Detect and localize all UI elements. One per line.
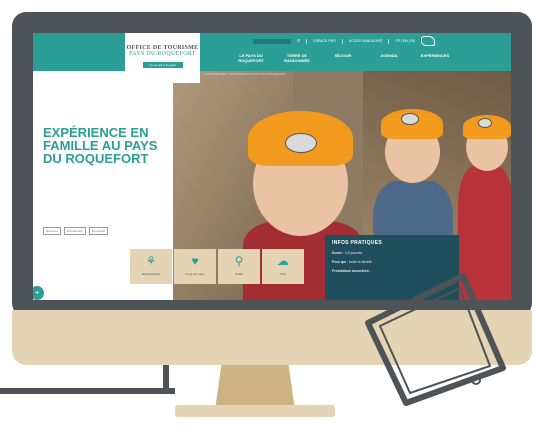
headlamp-icon — [401, 113, 419, 125]
family-icon: ⚘ — [145, 254, 157, 268]
tablet-outline-icon — [365, 273, 506, 406]
separator — [306, 38, 308, 44]
headlamp-icon — [478, 118, 492, 128]
separator — [388, 38, 390, 44]
tag-list: #journée #randonnée #roquefort — [43, 227, 109, 235]
feature-tribu[interactable]: ☁ Tribu — [262, 249, 304, 284]
feature-label: Coup de coeur — [185, 272, 205, 276]
map-icon[interactable] — [421, 36, 436, 46]
heart-icon: ♥ — [191, 254, 199, 268]
desk-line — [0, 388, 175, 394]
espace-pro-link[interactable]: ESPACE PRO — [313, 39, 336, 43]
site-header: ⌕ ESPACE PRO ACCÈS HANDICAPÉ FR | EN | E… — [33, 33, 511, 71]
nav-item-agenda[interactable]: AGENDA — [366, 53, 412, 63]
top-utility-bar: ⌕ ESPACE PRO ACCÈS HANDICAPÉ FR | EN | E… — [253, 36, 436, 46]
info-line: Pour qui : toute la famille — [332, 260, 372, 264]
page-title: EXPÉRIENCE EN FAMILLE AU PAYS DU ROQUEFO… — [43, 125, 158, 166]
monitor-stand-base — [175, 405, 335, 417]
separator — [341, 38, 343, 44]
monitor-illustration: ⌕ ESPACE PRO ACCÈS HANDICAPÉ FR | EN | E… — [0, 0, 534, 425]
main-nav: LE PAYS DU ROQUEFORT TERRE DE RANDONNÉE … — [228, 53, 458, 63]
tag-randonnee[interactable]: #randonnée — [63, 227, 86, 235]
feature-multi-activites[interactable]: ⚘ Multi-activités — [130, 249, 172, 284]
child-icon: ⚲ — [234, 254, 244, 268]
cheese-icon: ☁ — [277, 254, 289, 268]
info-value: 1/2 journée — [344, 251, 363, 255]
desk-line-vertical — [163, 360, 169, 394]
nav-item-randonnee[interactable]: TERRE DE RANDONNÉE — [274, 53, 320, 63]
info-key: Durée — [332, 251, 342, 255]
share-button[interactable]: ➜ — [33, 286, 44, 300]
feature-label: Tribu — [279, 272, 287, 276]
site-logo[interactable]: OFFICE DE TOURISME PAYS DU ROQUEFORT Ici… — [125, 33, 200, 83]
acces-handicape-link[interactable]: ACCÈS HANDICAPÉ — [349, 39, 382, 43]
nav-item-sejour[interactable]: SÉJOUR — [320, 53, 366, 63]
nav-item-pays[interactable]: LE PAYS DU ROQUEFORT — [228, 53, 274, 63]
info-key: Pour qui — [332, 260, 347, 264]
headlamp-icon — [285, 133, 317, 153]
feature-label: Multi-activités — [141, 272, 161, 276]
info-line: Durée : 1/2 journée — [332, 251, 363, 255]
tag-journee[interactable]: #journée — [43, 227, 61, 235]
tag-roquefort[interactable]: #roquefort — [88, 227, 109, 235]
website-screen: ⌕ ESPACE PRO ACCÈS HANDICAPÉ FR | EN | E… — [33, 33, 511, 300]
feature-guide[interactable]: ⚲ Guide — [218, 249, 260, 284]
feature-coup-de-coeur[interactable]: ♥ Coup de coeur — [174, 249, 216, 284]
monitor-stand-neck — [215, 365, 295, 410]
info-title: INFOS PRATIQUES — [332, 240, 382, 246]
search-input[interactable] — [253, 38, 291, 44]
feature-label: Guide — [234, 272, 243, 276]
nav-item-experiences[interactable]: EXPÉRIENCES — [412, 53, 458, 63]
search-icon[interactable]: ⌕ — [297, 38, 300, 44]
breadcrumb[interactable]: > EXPÉRIENCES > EN FAMILLE AU PAYS DU RO… — [203, 72, 286, 76]
language-switcher[interactable]: FR | EN | ES — [395, 39, 415, 43]
logo-tagline: Ici, ce qui a du goût — [142, 62, 183, 68]
logo-subtitle: PAYS DU ROQUEFORT — [129, 51, 196, 57]
info-value: toute la famille — [349, 260, 372, 264]
feature-icon-strip: ⚘ Multi-activités ♥ Coup de coeur ⚲ Guid… — [130, 249, 304, 284]
